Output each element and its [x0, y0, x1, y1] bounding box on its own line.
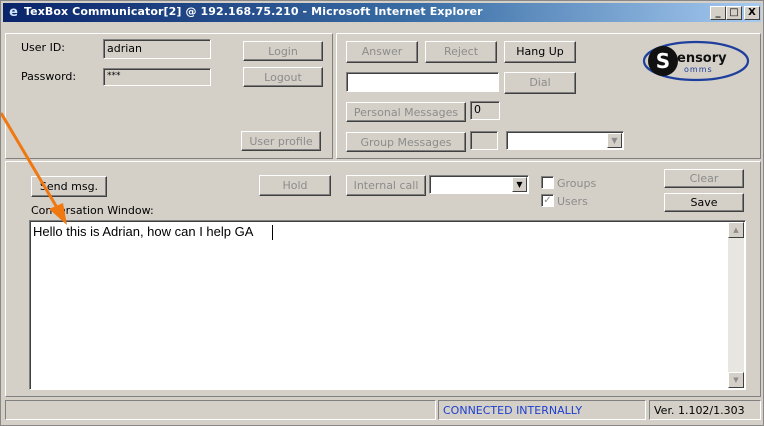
version-label: Ver. 1.102/1.303 — [649, 400, 761, 420]
dial-number-input[interactable] — [346, 72, 499, 92]
group-select[interactable]: ▼ — [506, 131, 624, 150]
personal-messages-count: 0 — [470, 101, 500, 120]
password-label: Password: — [21, 70, 77, 83]
conversation-window-label: Conversation Window: — [31, 204, 154, 217]
send-message-button[interactable]: Send msg. — [31, 176, 107, 197]
password-field[interactable]: *** — [103, 68, 211, 86]
conversation-text: Hello this is Adrian, how can I help GA — [33, 224, 254, 239]
user-id-label: User ID: — [21, 41, 65, 54]
connection-status: CONNECTED INTERNALLY — [438, 400, 646, 420]
personal-messages-button[interactable]: Personal Messages — [346, 102, 466, 122]
hold-button[interactable]: Hold — [259, 175, 331, 196]
user-profile-button[interactable]: User profile — [241, 131, 321, 151]
clear-button[interactable]: Clear — [664, 169, 744, 188]
group-messages-button[interactable]: Group Messages — [346, 132, 466, 152]
login-button[interactable]: Login — [243, 41, 323, 61]
logout-button[interactable]: Logout — [243, 67, 323, 87]
internet-explorer-icon: e — [9, 5, 18, 20]
minimize-button[interactable]: _ — [710, 6, 726, 20]
text-cursor — [272, 225, 273, 240]
internal-call-button[interactable]: Internal call — [346, 175, 426, 196]
groups-label: Groups — [557, 177, 597, 190]
users-checkbox[interactable]: ✓ — [541, 194, 554, 207]
scroll-up-icon[interactable]: ▲ — [728, 222, 744, 238]
logo-letter: S — [656, 49, 670, 73]
user-id-field[interactable]: adrian — [103, 39, 211, 59]
window-title: TexBox Communicator[2] @ 192.168.75.210 … — [24, 5, 483, 18]
app-window: e TexBox Communicator[2] @ 192.168.75.21… — [0, 0, 764, 426]
save-button[interactable]: Save — [664, 193, 744, 212]
close-button[interactable]: X — [744, 6, 760, 20]
internal-call-select[interactable]: ▼ — [429, 175, 529, 194]
logo-line1: ensory — [677, 51, 727, 66]
hang-up-button[interactable]: Hang Up — [504, 41, 576, 63]
logo-line2: omms — [684, 65, 713, 74]
chevron-down-icon[interactable]: ▼ — [512, 177, 527, 192]
title-bar[interactable]: e TexBox Communicator[2] @ 192.168.75.21… — [3, 3, 761, 22]
group-messages-count — [470, 131, 498, 150]
status-left — [5, 400, 436, 420]
reject-button[interactable]: Reject — [425, 41, 497, 63]
vertical-scrollbar[interactable]: ▲ ▼ — [728, 222, 744, 388]
sensory-comms-logo: S ensory omms — [642, 40, 750, 82]
chevron-down-icon[interactable]: ▼ — [607, 133, 622, 148]
maximize-button[interactable]: □ — [726, 6, 742, 20]
conversation-window[interactable]: Hello this is Adrian, how can I help GA … — [29, 220, 746, 390]
users-label: Users — [557, 195, 588, 208]
scroll-down-icon[interactable]: ▼ — [728, 372, 744, 388]
groups-checkbox[interactable] — [541, 176, 554, 189]
dial-button[interactable]: Dial — [504, 72, 576, 94]
answer-button[interactable]: Answer — [346, 41, 418, 63]
